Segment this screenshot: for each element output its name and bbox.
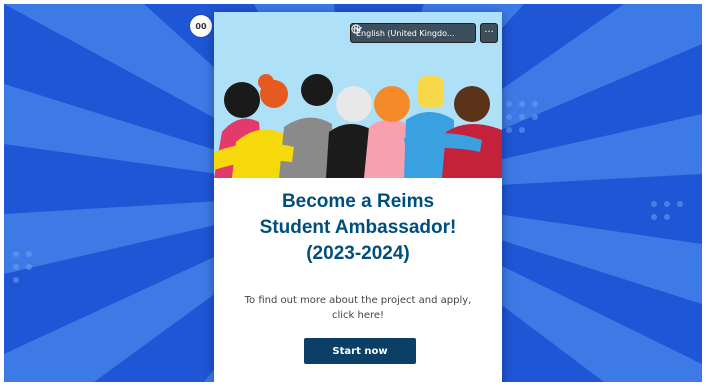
chevron-down-icon [354, 26, 363, 32]
hero-illustration: English (United Kingdo... ··· [214, 12, 502, 178]
subtitle-line-2: click here! [331, 310, 385, 321]
start-now-button[interactable]: Start now [304, 338, 416, 364]
form-card: English (United Kingdo... ··· Become a R… [214, 12, 502, 382]
title-line-1: Become a Reims [281, 191, 435, 212]
language-label: English (United Kingdo... [356, 28, 455, 38]
more-options-button[interactable]: ··· [480, 23, 498, 43]
form-title: Become a Reims Student Ambassador! (2023… [214, 189, 502, 267]
background-stage: 00 English (United Kingdo... ··· Become … [4, 4, 702, 382]
language-selector[interactable]: English (United Kingdo... [350, 23, 476, 43]
user-avatar[interactable]: 00 [190, 15, 212, 37]
subtitle-line-1: To find out more about the project and a… [244, 295, 472, 306]
title-line-3: (2023-2024) [306, 243, 410, 264]
title-line-2: Student Ambassador! [259, 217, 457, 238]
form-subtitle: To find out more about the project and a… [234, 293, 482, 323]
